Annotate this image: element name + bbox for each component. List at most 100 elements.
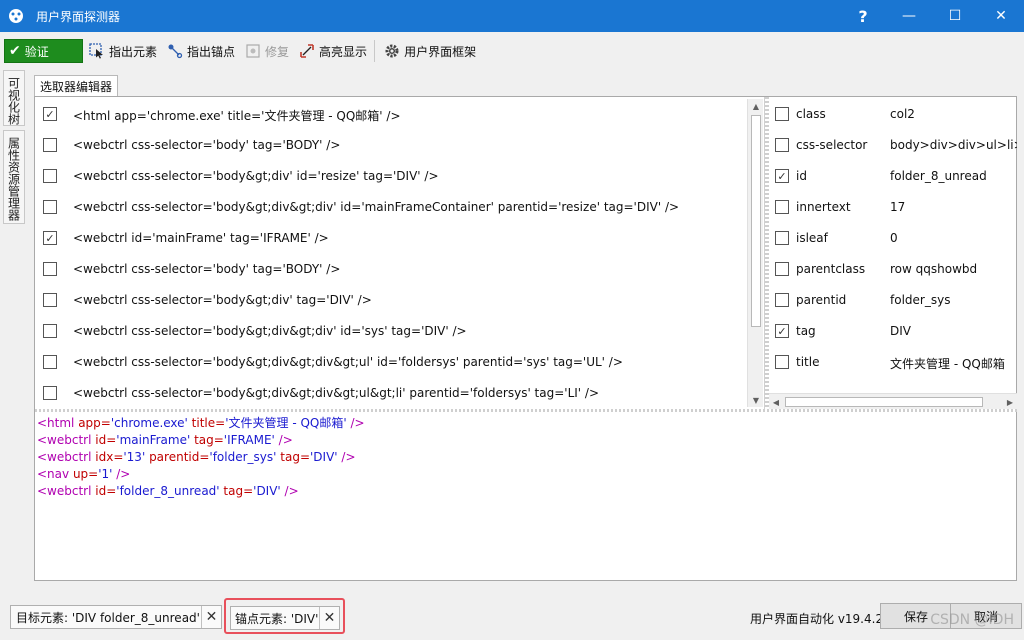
property-key: tag bbox=[796, 324, 816, 338]
selector-editor-panel: ✓ <html app='chrome.exe' title='文件夹管理 - Q… bbox=[34, 96, 1017, 581]
clear-target-icon[interactable]: ✕ bbox=[201, 606, 221, 628]
selector-list: ✓ <html app='chrome.exe' title='文件夹管理 - Q… bbox=[35, 97, 765, 409]
tab-selector-editor[interactable]: 选取器编辑器 bbox=[34, 75, 119, 97]
selector-row[interactable]: ✓ <html app='chrome.exe' title='文件夹管理 - Q… bbox=[35, 99, 747, 130]
code-token: <html bbox=[37, 416, 79, 430]
property-key: innertext bbox=[796, 200, 851, 214]
selector-row[interactable]: <webctrl css-selector='body&gt;div' tag=… bbox=[35, 285, 747, 316]
property-checkbox[interactable] bbox=[775, 231, 789, 245]
scroll-down-icon[interactable]: ▼ bbox=[748, 393, 764, 407]
property-checkbox[interactable] bbox=[775, 200, 789, 214]
selector-row[interactable]: <webctrl css-selector='body&gt;div&gt;di… bbox=[35, 347, 747, 378]
repair-label: 修复 bbox=[265, 44, 290, 59]
property-checkbox[interactable]: ✓ bbox=[775, 324, 789, 338]
code-token: <nav bbox=[37, 467, 73, 481]
code-line: <webctrl idx='13' parentid='folder_sys' … bbox=[37, 449, 1007, 466]
property-checkbox[interactable] bbox=[775, 293, 789, 307]
property-row[interactable]: css-selector body>div>div>ul>li> bbox=[769, 130, 1017, 161]
tab-property-explorer-label: 属性资源管理器 bbox=[6, 137, 21, 221]
property-checkbox[interactable] bbox=[775, 107, 789, 121]
ui-framework-button[interactable]: 用户界面框架 bbox=[380, 39, 480, 63]
property-row[interactable]: parentid folder_sys bbox=[769, 285, 1017, 316]
property-key: class bbox=[796, 107, 826, 121]
property-row[interactable]: ✓ id folder_8_unread bbox=[769, 161, 1017, 192]
property-list-hscrollbar[interactable]: ◀ ▶ bbox=[769, 393, 1017, 409]
close-button[interactable]: ✕ bbox=[978, 0, 1024, 32]
property-row[interactable]: parentclass row qqshowbd bbox=[769, 254, 1017, 285]
selector-row[interactable]: <webctrl css-selector='body&gt;div' id='… bbox=[35, 161, 747, 192]
selector-row[interactable]: <webctrl css-selector='body&gt;div&gt;di… bbox=[35, 192, 747, 223]
watermark: CSDN @IDH bbox=[930, 612, 1014, 628]
selector-row[interactable]: <webctrl css-selector='body&gt;div&gt;di… bbox=[35, 378, 747, 409]
check-icon: ✔ bbox=[9, 43, 21, 59]
selector-checkbox[interactable] bbox=[43, 324, 57, 338]
selector-checkbox[interactable] bbox=[43, 200, 57, 214]
minimize-button[interactable]: — bbox=[886, 0, 932, 32]
code-line: <webctrl id='mainFrame' tag='IFRAME' /> bbox=[37, 432, 1007, 449]
code-token: 'mainFrame' bbox=[116, 433, 191, 447]
indicate-element-label: 指出元素 bbox=[109, 44, 158, 59]
code-line: <nav up='1' /> bbox=[37, 466, 1007, 483]
highlight-icon bbox=[299, 43, 315, 59]
code-token: <webctrl bbox=[37, 484, 96, 498]
property-key: parentid bbox=[796, 293, 847, 307]
property-value: body>div>div>ul>li> bbox=[890, 138, 1017, 152]
scroll-up-icon[interactable]: ▲ bbox=[748, 99, 764, 113]
hscrollbar-thumb[interactable] bbox=[785, 397, 983, 407]
code-token: up= bbox=[72, 467, 99, 481]
indicate-anchor-button[interactable]: 指出锚点 bbox=[163, 39, 239, 63]
horizontal-splitter[interactable] bbox=[35, 409, 1017, 412]
selector-checkbox[interactable] bbox=[43, 138, 57, 152]
maximize-button[interactable]: ☐ bbox=[932, 0, 978, 32]
tab-property-explorer[interactable]: 属性资源管理器 bbox=[3, 130, 25, 224]
property-row[interactable]: class col2 bbox=[769, 99, 1017, 130]
code-token: /> bbox=[280, 484, 299, 498]
selector-xml-editor[interactable]: <html app='chrome.exe' title='文件夹管理 - QQ… bbox=[37, 415, 1007, 575]
code-line: <webctrl id='folder_8_unread' tag='DIV' … bbox=[37, 483, 1007, 500]
property-value: DIV bbox=[890, 324, 911, 338]
tab-visual-tree[interactable]: 可视化树 bbox=[3, 70, 25, 126]
property-row[interactable]: isleaf 0 bbox=[769, 223, 1017, 254]
property-checkbox[interactable] bbox=[775, 262, 789, 276]
selector-checkbox[interactable]: ✓ bbox=[43, 231, 57, 245]
selector-checkbox[interactable] bbox=[43, 386, 57, 400]
property-key: css-selector bbox=[796, 138, 868, 152]
indicate-anchor-label: 指出锚点 bbox=[187, 44, 236, 59]
selector-checkbox[interactable] bbox=[43, 293, 57, 307]
property-checkbox[interactable] bbox=[775, 355, 789, 369]
code-token: id= bbox=[95, 484, 117, 498]
clear-anchor-icon[interactable]: ✕ bbox=[319, 607, 339, 629]
scroll-right-icon[interactable]: ▶ bbox=[1003, 394, 1017, 410]
scrollbar-thumb[interactable] bbox=[751, 115, 761, 327]
indicate-element-button[interactable]: 指出元素 bbox=[85, 39, 161, 63]
property-row[interactable]: innertext 17 bbox=[769, 192, 1017, 223]
selector-row[interactable]: <webctrl css-selector='body' tag='BODY' … bbox=[35, 254, 747, 285]
property-row[interactable]: ✓ tag DIV bbox=[769, 316, 1017, 347]
property-row[interactable]: title 文件夹管理 - QQ邮箱 bbox=[769, 347, 1017, 378]
code-token: app= bbox=[78, 416, 111, 430]
help-button[interactable]: ? bbox=[840, 0, 886, 32]
selector-row[interactable]: ✓ <webctrl id='mainFrame' tag='IFRAME' /> bbox=[35, 223, 747, 254]
selector-checkbox[interactable] bbox=[43, 169, 57, 183]
selector-text: <webctrl css-selector='body&gt;div' id='… bbox=[73, 169, 439, 183]
selector-checkbox[interactable]: ✓ bbox=[43, 107, 57, 121]
highlight-button[interactable]: 高亮显示 bbox=[295, 39, 371, 63]
property-checkbox[interactable]: ✓ bbox=[775, 169, 789, 183]
selector-row[interactable]: <webctrl css-selector='body' tag='BODY' … bbox=[35, 130, 747, 161]
selector-row[interactable]: <webctrl css-selector='body&gt;div&gt;di… bbox=[35, 316, 747, 347]
property-checkbox[interactable] bbox=[775, 138, 789, 152]
property-key: id bbox=[796, 169, 807, 183]
selector-checkbox[interactable] bbox=[43, 355, 57, 369]
property-value: folder_sys bbox=[890, 293, 951, 307]
code-token: /> bbox=[346, 416, 365, 430]
code-token: 'folder_8_unread' bbox=[116, 484, 220, 498]
app-icon bbox=[0, 0, 32, 32]
repair-button[interactable]: 修复 bbox=[241, 39, 293, 63]
target-element-label: 目标元素: 'DIV folder_8_unread' bbox=[16, 610, 200, 625]
validate-button[interactable]: ✔ 验证 bbox=[4, 39, 83, 63]
selector-text: <webctrl css-selector='body&gt;div&gt;di… bbox=[73, 355, 623, 369]
selector-checkbox[interactable] bbox=[43, 262, 57, 276]
scroll-left-icon[interactable]: ◀ bbox=[769, 394, 783, 410]
code-token: /> bbox=[337, 450, 356, 464]
selector-list-scrollbar[interactable]: ▲ ▼ bbox=[747, 99, 763, 407]
